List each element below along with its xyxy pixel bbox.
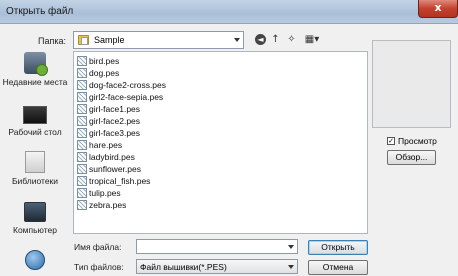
- libraries-icon: [25, 151, 45, 173]
- list-item[interactable]: girl-face3.pes: [77, 127, 140, 139]
- list-item[interactable]: dog.pes: [77, 67, 119, 79]
- file-name: hare.pes: [89, 140, 123, 150]
- chevron-down-icon[interactable]: [288, 245, 294, 249]
- close-button[interactable]: x: [418, 0, 458, 18]
- filetype-label: Тип файлов:: [74, 262, 124, 272]
- list-item[interactable]: tulip.pes: [77, 187, 121, 199]
- file-name: sunflower.pes: [89, 164, 141, 174]
- open-button[interactable]: Открыть: [308, 240, 368, 255]
- pes-file-icon: [77, 116, 87, 126]
- pes-file-icon: [77, 104, 87, 114]
- file-name: tulip.pes: [89, 188, 121, 198]
- new-folder-icon: ✧: [287, 34, 296, 45]
- place-label: Недавние места: [2, 77, 68, 87]
- place-network[interactable]: [0, 250, 70, 273]
- place-recent[interactable]: Недавние места: [0, 52, 70, 87]
- place-computer[interactable]: Компьютер: [0, 202, 70, 235]
- filename-input[interactable]: [136, 239, 298, 254]
- list-item[interactable]: dog-face2-cross.pes: [77, 79, 166, 91]
- pes-file-icon: [77, 164, 87, 174]
- pes-file-icon: [77, 152, 87, 162]
- file-name: zebra.pes: [89, 200, 127, 210]
- back-button[interactable]: ◄: [254, 33, 267, 46]
- network-icon: [25, 250, 45, 270]
- list-item[interactable]: girl2-face-sepia.pes: [77, 91, 163, 103]
- place-label: Компьютер: [13, 225, 57, 235]
- filetype-value: Файл вышивки(*.PES): [140, 262, 227, 272]
- up-folder-icon: ↑: [271, 34, 280, 45]
- file-name: dog.pes: [89, 68, 120, 78]
- filename-label: Имя файла:: [74, 242, 122, 252]
- cancel-button[interactable]: Отмена: [308, 260, 368, 275]
- pes-file-icon: [77, 56, 87, 66]
- file-name: dog-face2-cross.pes: [89, 80, 167, 90]
- desktop-icon: [23, 106, 47, 124]
- up-folder-button[interactable]: ↑: [269, 33, 282, 46]
- pes-file-icon: [77, 92, 87, 102]
- place-label: Рабочий стол: [8, 127, 62, 137]
- pes-file-icon: [77, 200, 87, 210]
- list-item[interactable]: zebra.pes: [77, 199, 126, 211]
- views-menu-button[interactable]: ▦▾: [302, 33, 322, 46]
- place-desktop[interactable]: Рабочий стол: [0, 106, 70, 137]
- file-name: tropical_fish.pes: [89, 176, 151, 186]
- computer-icon: [24, 202, 46, 222]
- close-icon: x: [434, 1, 442, 14]
- list-item[interactable]: girl-face2.pes: [77, 115, 140, 127]
- chevron-down-icon: [234, 38, 240, 42]
- file-name: girl2-face-sepia.pes: [89, 92, 164, 102]
- file-name: girl-face3.pes: [89, 128, 141, 138]
- new-folder-button[interactable]: ✧: [285, 33, 298, 46]
- pes-file-icon: [77, 176, 87, 186]
- look-in-label: Папка:: [38, 36, 66, 46]
- checkmark-icon: ✓: [388, 137, 394, 145]
- list-item[interactable]: sunflower.pes: [77, 163, 141, 175]
- folder-icon: [78, 35, 89, 45]
- places-bar: Недавние места Рабочий стол Библиотеки К…: [0, 50, 70, 276]
- title-bar: Открыть файл x: [0, 0, 458, 24]
- file-name: ladybird.pes: [89, 152, 135, 162]
- list-item[interactable]: hare.pes: [77, 139, 122, 151]
- file-name: girl-face1.pes: [89, 104, 141, 114]
- file-name: bird.pes: [89, 56, 120, 66]
- pes-file-icon: [77, 68, 87, 78]
- pes-file-icon: [77, 128, 87, 138]
- list-item[interactable]: ladybird.pes: [77, 151, 135, 163]
- preview-pane: [372, 40, 451, 128]
- back-arrow-icon: ◄: [255, 34, 266, 45]
- window-title: Открыть файл: [6, 6, 74, 17]
- preview-checkbox[interactable]: ✓: [387, 137, 395, 145]
- recent-places-icon: [24, 52, 48, 76]
- views-icon: ▦▾: [304, 34, 320, 45]
- place-label: Библиотеки: [11, 176, 59, 186]
- browse-button[interactable]: Обзор...: [387, 150, 436, 165]
- preview-label: Просмотр: [398, 136, 437, 146]
- file-list[interactable]: bird.pes dog.pes dog-face2-cross.pes gir…: [73, 51, 368, 234]
- list-item[interactable]: tropical_fish.pes: [77, 175, 150, 187]
- list-item[interactable]: bird.pes: [77, 55, 119, 67]
- look-in-value: Sample: [94, 35, 125, 45]
- pes-file-icon: [77, 188, 87, 198]
- pes-file-icon: [77, 80, 87, 90]
- filetype-dropdown[interactable]: Файл вышивки(*.PES): [136, 259, 298, 274]
- pes-file-icon: [77, 140, 87, 150]
- place-libraries[interactable]: Библиотеки: [0, 151, 70, 186]
- file-name: girl-face2.pes: [89, 116, 141, 126]
- look-in-dropdown[interactable]: Sample: [73, 31, 244, 49]
- list-item[interactable]: girl-face1.pes: [77, 103, 140, 115]
- chevron-down-icon: [288, 265, 294, 269]
